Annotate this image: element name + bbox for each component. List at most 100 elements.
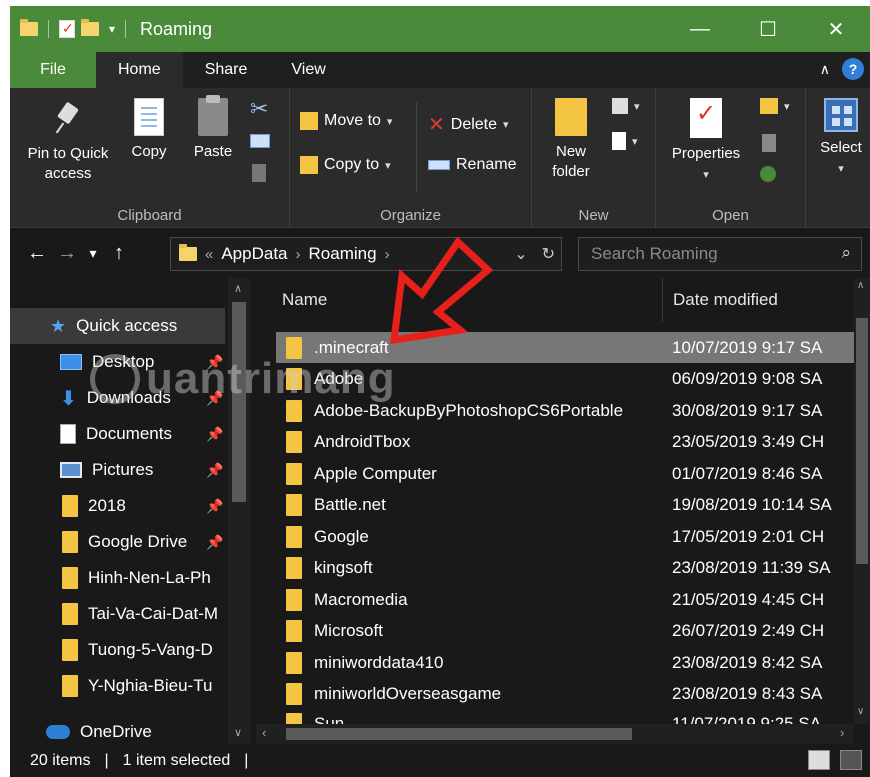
horizontal-scroll-thumb[interactable]: [286, 728, 632, 740]
copy-path-icon[interactable]: [250, 134, 270, 148]
status-divider: |: [104, 751, 109, 769]
move-to-button[interactable]: Move to ▾: [300, 112, 392, 130]
scroll-up-icon[interactable]: ∧: [234, 282, 242, 295]
pin-icon: [53, 98, 83, 138]
properties-icon[interactable]: [59, 20, 75, 38]
table-row[interactable]: .minecraft 10/07/2019 9:17 SA: [276, 332, 854, 363]
breadcrumb-roaming[interactable]: Roaming: [309, 244, 377, 264]
pin-quick-access-button[interactable]: Pin to Quick access: [18, 98, 118, 184]
address-dropdown-icon[interactable]: ⌄: [514, 244, 527, 264]
recent-locations-button[interactable]: ▾: [82, 245, 104, 262]
pin-icon: 📌: [206, 461, 224, 478]
view-switcher: [808, 750, 862, 770]
column-header-name[interactable]: Name: [282, 290, 327, 310]
nav-item-2018[interactable]: 2018 📌: [10, 488, 225, 524]
open-icon[interactable]: ▾: [760, 98, 790, 114]
close-button[interactable]: ✕: [802, 6, 870, 52]
nav-item-tai-va-cai-dat[interactable]: Tai-Va-Cai-Dat-M: [10, 596, 225, 632]
table-row[interactable]: Adobe 06/09/2019 9:08 SA: [276, 363, 854, 394]
overflow-crumb[interactable]: «: [205, 246, 213, 263]
table-row[interactable]: Google 17/05/2019 2:01 CH: [276, 521, 854, 552]
chevron-down-icon: ▾: [503, 119, 509, 131]
toolbar-divider: [48, 20, 49, 38]
table-row[interactable]: kingsoft 23/08/2019 11:39 SA: [276, 552, 854, 583]
table-row[interactable]: Macromedia 21/05/2019 4:45 CH: [276, 584, 854, 615]
properties-button[interactable]: Properties ▾: [664, 98, 748, 185]
pin-icon: 📌: [206, 497, 224, 514]
address-bar[interactable]: « AppData › Roaming › ⌄ ↻: [170, 237, 562, 271]
edit-icon[interactable]: [762, 134, 776, 152]
cut-icon[interactable]: ✂: [250, 96, 268, 122]
tab-view[interactable]: View: [269, 52, 347, 88]
help-icon[interactable]: ?: [842, 58, 864, 80]
new-item-icon[interactable]: ▾: [612, 98, 640, 114]
column-header-date[interactable]: Date modified: [662, 278, 778, 322]
table-row[interactable]: miniworddata410 23/08/2019 8:42 SA: [276, 647, 854, 678]
collapse-ribbon-icon[interactable]: ∧: [820, 61, 830, 78]
large-icons-view-icon[interactable]: [840, 750, 862, 770]
copy-button[interactable]: Copy: [126, 98, 172, 162]
table-row[interactable]: Apple Computer 01/07/2019 8:46 SA: [276, 458, 854, 489]
tab-home[interactable]: Home: [96, 52, 183, 88]
nav-item-desktop[interactable]: Desktop 📌: [10, 344, 225, 380]
delete-button[interactable]: ✕ Delete ▾: [428, 112, 509, 137]
nav-item-downloads[interactable]: ⬇ Downloads 📌: [10, 380, 225, 416]
table-row[interactable]: Adobe-BackupByPhotoshopCS6Portable 30/08…: [276, 395, 854, 426]
tab-share[interactable]: Share: [183, 52, 270, 88]
table-row[interactable]: miniworldOverseasgame 23/08/2019 8:43 SA: [276, 678, 854, 709]
minimize-button[interactable]: —: [666, 6, 734, 52]
organize-group: Move to ▾ Copy to ▾ ✕ Delete ▾ Rename Or…: [290, 88, 532, 228]
nav-item-quick-access[interactable]: ★ Quick access: [10, 308, 225, 344]
folder-icon: [62, 675, 78, 697]
folder-icon: [286, 400, 302, 422]
status-bar: 20 items | 1 item selected |: [10, 744, 870, 777]
organize-group-label: Organize: [380, 207, 441, 224]
column-headers: Name Date modified: [256, 278, 870, 322]
breadcrumb-appdata[interactable]: AppData: [221, 244, 287, 264]
rename-button[interactable]: Rename: [428, 156, 516, 174]
scroll-down-icon[interactable]: ∨: [857, 706, 864, 717]
history-icon[interactable]: [760, 166, 776, 182]
new-folder-button[interactable]: New folder: [540, 98, 602, 182]
details-view-icon[interactable]: [808, 750, 830, 770]
quick-access-toolbar: ▾: [10, 19, 130, 38]
nav-item-google-drive[interactable]: Google Drive 📌: [10, 524, 225, 560]
chevron-right-icon: ›: [384, 245, 390, 263]
nav-scrollbar[interactable]: ∧ ∨: [228, 278, 250, 744]
customize-toolbar-icon[interactable]: ▾: [109, 22, 115, 36]
maximize-button[interactable]: ☐: [734, 6, 802, 52]
vertical-scroll-thumb[interactable]: [856, 318, 868, 564]
nav-item-pictures[interactable]: Pictures 📌: [10, 452, 225, 488]
scroll-right-icon[interactable]: ›: [840, 725, 844, 740]
table-row[interactable]: AndroidTbox 23/05/2019 3:49 CH: [276, 426, 854, 457]
tab-file[interactable]: File: [10, 52, 96, 88]
forward-button[interactable]: →: [52, 242, 82, 265]
table-row[interactable]: Microsoft 26/07/2019 2:49 CH: [276, 615, 854, 646]
easy-access-icon[interactable]: ▾: [612, 132, 638, 150]
nav-item-y-nghia[interactable]: Y-Nghia-Bieu-Tu: [10, 668, 225, 704]
scroll-up-icon[interactable]: ∧: [857, 280, 864, 291]
nav-item-tuong-5-vang[interactable]: Tuong-5-Vang-D: [10, 632, 225, 668]
search-placeholder: Search Roaming: [591, 244, 718, 263]
nav-item-documents[interactable]: Documents 📌: [10, 416, 225, 452]
table-row[interactable]: Battle.net 19/08/2019 10:14 SA: [276, 489, 854, 520]
file-list-vertical-scrollbar[interactable]: ∧ ∨: [854, 278, 870, 724]
nav-scroll-thumb[interactable]: [232, 302, 246, 502]
up-button[interactable]: ↑: [104, 242, 134, 265]
file-list-horizontal-scrollbar[interactable]: ‹ ›: [256, 724, 854, 744]
nav-item-hinh-nen[interactable]: Hinh-Nen-La-Ph: [10, 560, 225, 596]
ribbon-tabs: File Home Share View ∧ ?: [10, 52, 870, 88]
back-button[interactable]: ←: [22, 242, 52, 265]
paste-shortcut-icon[interactable]: [252, 164, 266, 182]
ribbon: Pin to Quick access Copy Paste ✂ Clipboa…: [10, 88, 870, 228]
new-folder-icon[interactable]: [81, 19, 99, 36]
refresh-icon[interactable]: ↻: [542, 244, 555, 264]
copy-to-button[interactable]: Copy to ▾: [300, 156, 391, 174]
search-input[interactable]: Search Roaming ⌕: [578, 237, 862, 271]
paste-button[interactable]: Paste: [188, 95, 238, 162]
select-button[interactable]: Select ▾: [816, 98, 866, 179]
folder-icon: [286, 463, 302, 485]
scroll-down-icon[interactable]: ∨: [234, 726, 242, 739]
scroll-left-icon[interactable]: ‹: [262, 725, 266, 740]
chevron-down-icon: ▾: [703, 169, 709, 181]
